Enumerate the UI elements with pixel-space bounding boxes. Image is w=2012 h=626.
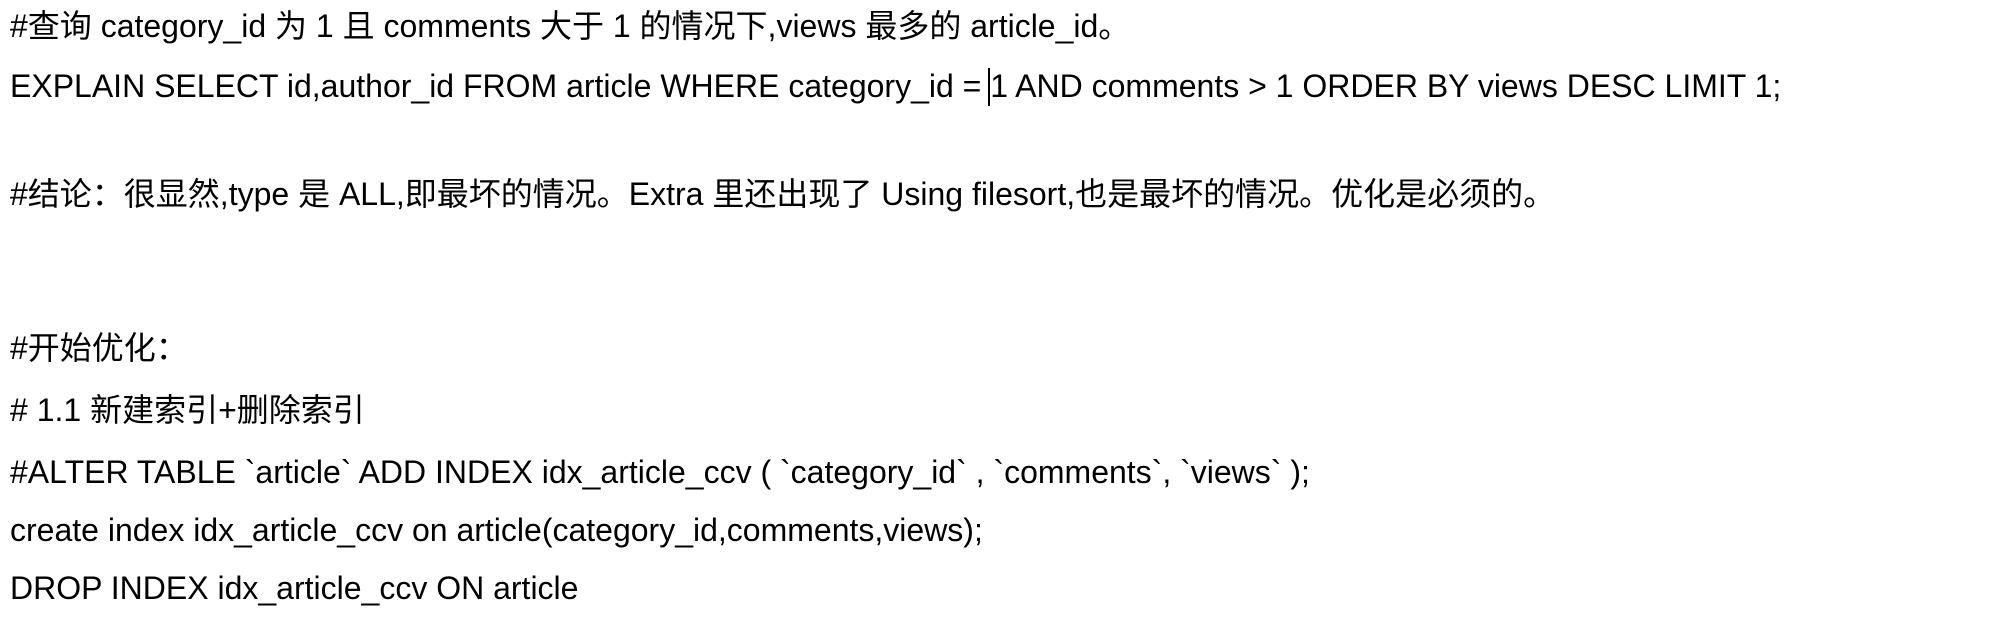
create-index-statement: create index idx_article_ccv on article(… bbox=[10, 512, 983, 548]
text-editor[interactable]: #查询 category_id 为 1 且 comments 大于 1 的情况下… bbox=[0, 0, 2012, 626]
comment-step-1-1: # 1.1 新建索引+删除索引 bbox=[10, 392, 365, 428]
comment-start-optimization: #开始优化： bbox=[10, 330, 188, 366]
comment-conclusion: #结论：很显然,type 是 ALL,即最坏的情况。Extra 里还出现了 Us… bbox=[10, 176, 1556, 212]
explain-select-statement: EXPLAIN SELECT id,author_id FROM article… bbox=[10, 68, 1782, 104]
drop-index-statement: DROP INDEX idx_article_ccv ON article bbox=[10, 570, 579, 606]
comment-query-description: #查询 category_id 为 1 且 comments 大于 1 的情况下… bbox=[10, 8, 1131, 44]
comment-alter-table: #ALTER TABLE `article` ADD INDEX idx_art… bbox=[10, 454, 1310, 490]
text-cursor bbox=[988, 68, 990, 106]
